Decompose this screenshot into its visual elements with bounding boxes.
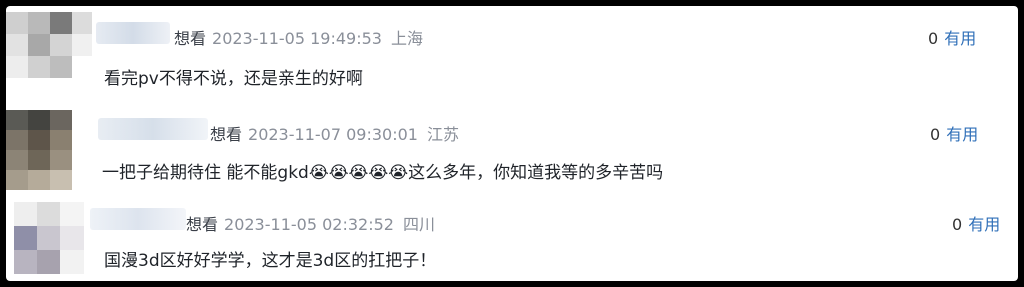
timestamp: 2023-11-05 02:32:52 [224,215,394,234]
comment-meta: 想看 2023-11-05 02:32:52 四川 [186,211,435,235]
avatar-blurred [6,110,72,190]
comment-text: 国漫3d区好好学学，这才是3d区的扛把子！ [104,251,437,271]
comment-text: 看完pv不得不说，还是亲生的好啊 [104,69,363,89]
useful-button[interactable]: 有用 [944,29,976,48]
username-blurred[interactable] [98,118,208,140]
useful-button[interactable]: 有用 [946,125,978,144]
useful-count: 0 [952,215,963,234]
avatar-blurred [6,12,92,92]
status-label: 想看 [186,215,219,234]
avatar-blurred [14,202,84,274]
useful-vote: 0 有用 [952,211,1000,235]
useful-button[interactable]: 有用 [968,215,1000,234]
comment-meta: 想看 2023-11-05 19:49:53 上海 [174,25,423,49]
status-label: 想看 [174,29,207,48]
username-blurred[interactable] [96,22,170,44]
location: 江苏 [427,125,460,144]
username-blurred[interactable] [90,208,186,230]
location: 上海 [391,29,424,48]
useful-vote: 0 有用 [928,25,976,49]
comment-meta: 想看 2023-11-07 09:30:01 江苏 [210,121,459,145]
status-label: 想看 [210,125,243,144]
comment-text: 一把子给期待住 能不能gkd😭😭😭😭😭这么多年，你知道我等的多辛苦吗 [102,163,664,183]
useful-vote: 0 有用 [930,121,978,145]
timestamp: 2023-11-07 09:30:01 [248,125,418,144]
location: 四川 [403,215,436,234]
useful-count: 0 [928,29,939,48]
useful-count: 0 [930,125,941,144]
timestamp: 2023-11-05 19:49:53 [212,29,382,48]
comment-list: 想看 2023-11-05 19:49:53 上海 看完pv不得不说，还是亲生的好… [6,6,1018,281]
